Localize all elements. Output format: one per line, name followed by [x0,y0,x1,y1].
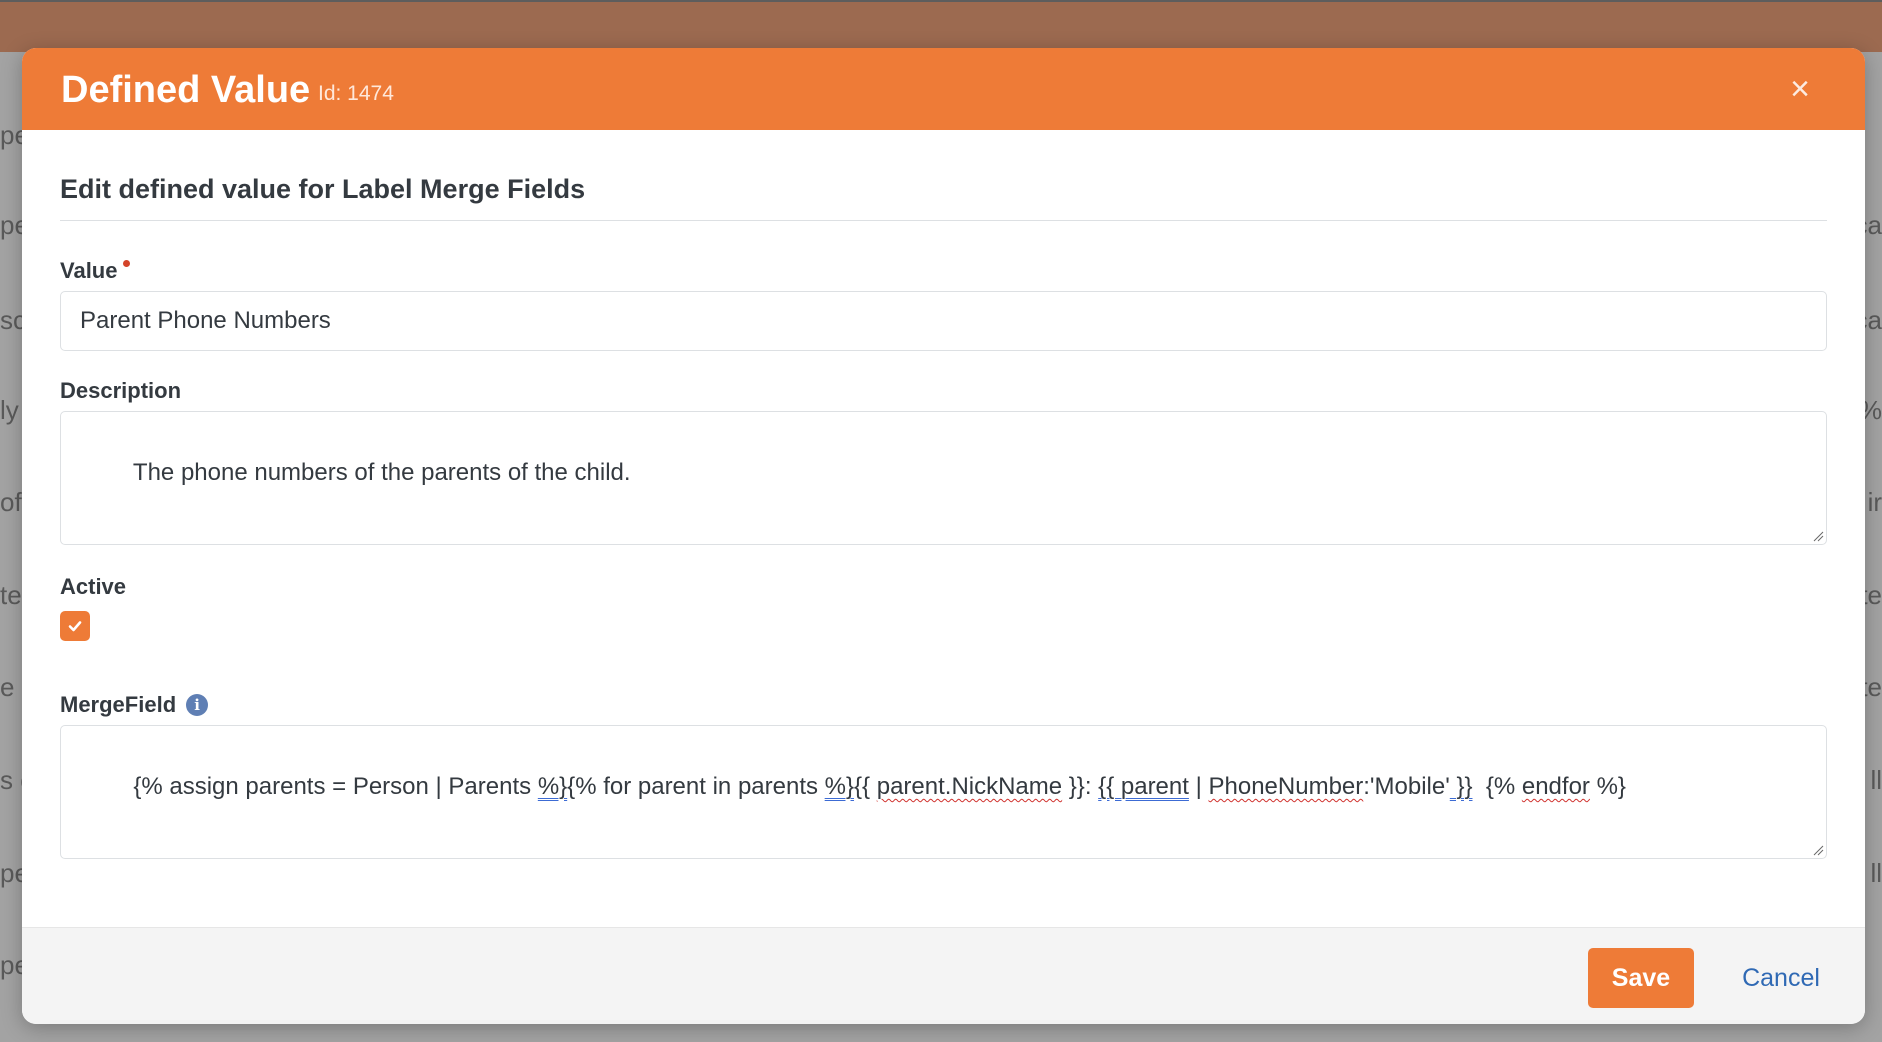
mergefield-text: {% assign parents = Person | Parents %}{… [133,773,1626,800]
value-label: Value [60,257,1827,285]
description-form-group: Description The phone numbers of the par… [60,377,1827,545]
description-text: The phone numbers of the parents of the … [132,459,631,486]
modal-header: Defined Value Id: 1474 × [22,48,1865,130]
description-label: Description [60,377,1827,405]
mergefield-segment: %} [1589,773,1626,800]
backdrop-text: ll [1870,765,1882,795]
value-form-group: Value Parent Phone Numbers [60,257,1827,351]
mergefield-form-group: MergeField i {% assign parents = Person … [60,691,1827,859]
backdrop-text: ll [1870,858,1882,888]
mergefield-segment: }} [1449,773,1473,800]
active-checkbox[interactable] [60,611,90,641]
value-input[interactable]: Parent Phone Numbers [60,291,1827,351]
backdrop-text: ir [1867,487,1882,517]
mergefield-segment: endfor [1521,773,1590,800]
mergefield-segment: %} [824,773,855,800]
mergefield-segment: PhoneNumber [1208,773,1364,800]
mergefield-segment: | [1188,773,1209,800]
close-icon[interactable]: × [1783,72,1817,106]
active-form-group: Active [60,573,1827,641]
value-label-text: Value [60,258,118,283]
checkmark-icon [68,621,82,632]
mergefield-segment: :'Mobile' [1363,773,1450,800]
backdrop-header [0,0,1882,52]
active-label: Active [60,573,1827,601]
section-title: Edit defined value for Label Merge Field… [60,172,1827,221]
active-label-text: Active [60,574,127,599]
mergefield-segment: {{ [854,773,877,800]
backdrop-text: of [0,487,22,517]
required-indicator [123,259,131,267]
save-button[interactable]: Save [1588,948,1694,1008]
mergefield-textarea[interactable]: {% assign parents = Person | Parents %}{… [60,725,1827,859]
mergefield-label-text: MergeField [60,692,177,717]
description-label-text: Description [60,378,182,403]
mergefield-segment: }}: [1062,773,1099,800]
resize-grip-icon[interactable] [1812,530,1824,542]
mergefield-segment: parent.NickName [876,773,1063,800]
mergefield-segment: %} [537,773,568,800]
defined-value-modal: Defined Value Id: 1474 × Edit defined va… [22,48,1865,1024]
mergefield-label: MergeField i [60,691,1827,719]
modal-footer: Save Cancel [22,927,1865,1024]
mergefield-segment: {{ parent [1098,773,1189,800]
resize-grip-icon[interactable] [1812,844,1824,856]
mergefield-segment: {% assign parents = Person | Parents [133,773,538,800]
cancel-button[interactable]: Cancel [1726,948,1836,1008]
info-icon[interactable]: i [186,694,209,716]
mergefield-segment: {% [1472,773,1522,800]
mergefield-segment: {% for parent in parents [567,773,825,800]
description-textarea[interactable]: The phone numbers of the parents of the … [60,411,1827,545]
modal-title: Defined Value [61,69,311,111]
backdrop-text: ly [0,395,19,425]
modal-body: Edit defined value for Label Merge Field… [60,130,1827,859]
modal-id-label: Id: 1474 [318,82,394,105]
backdrop-text: te [0,580,22,610]
